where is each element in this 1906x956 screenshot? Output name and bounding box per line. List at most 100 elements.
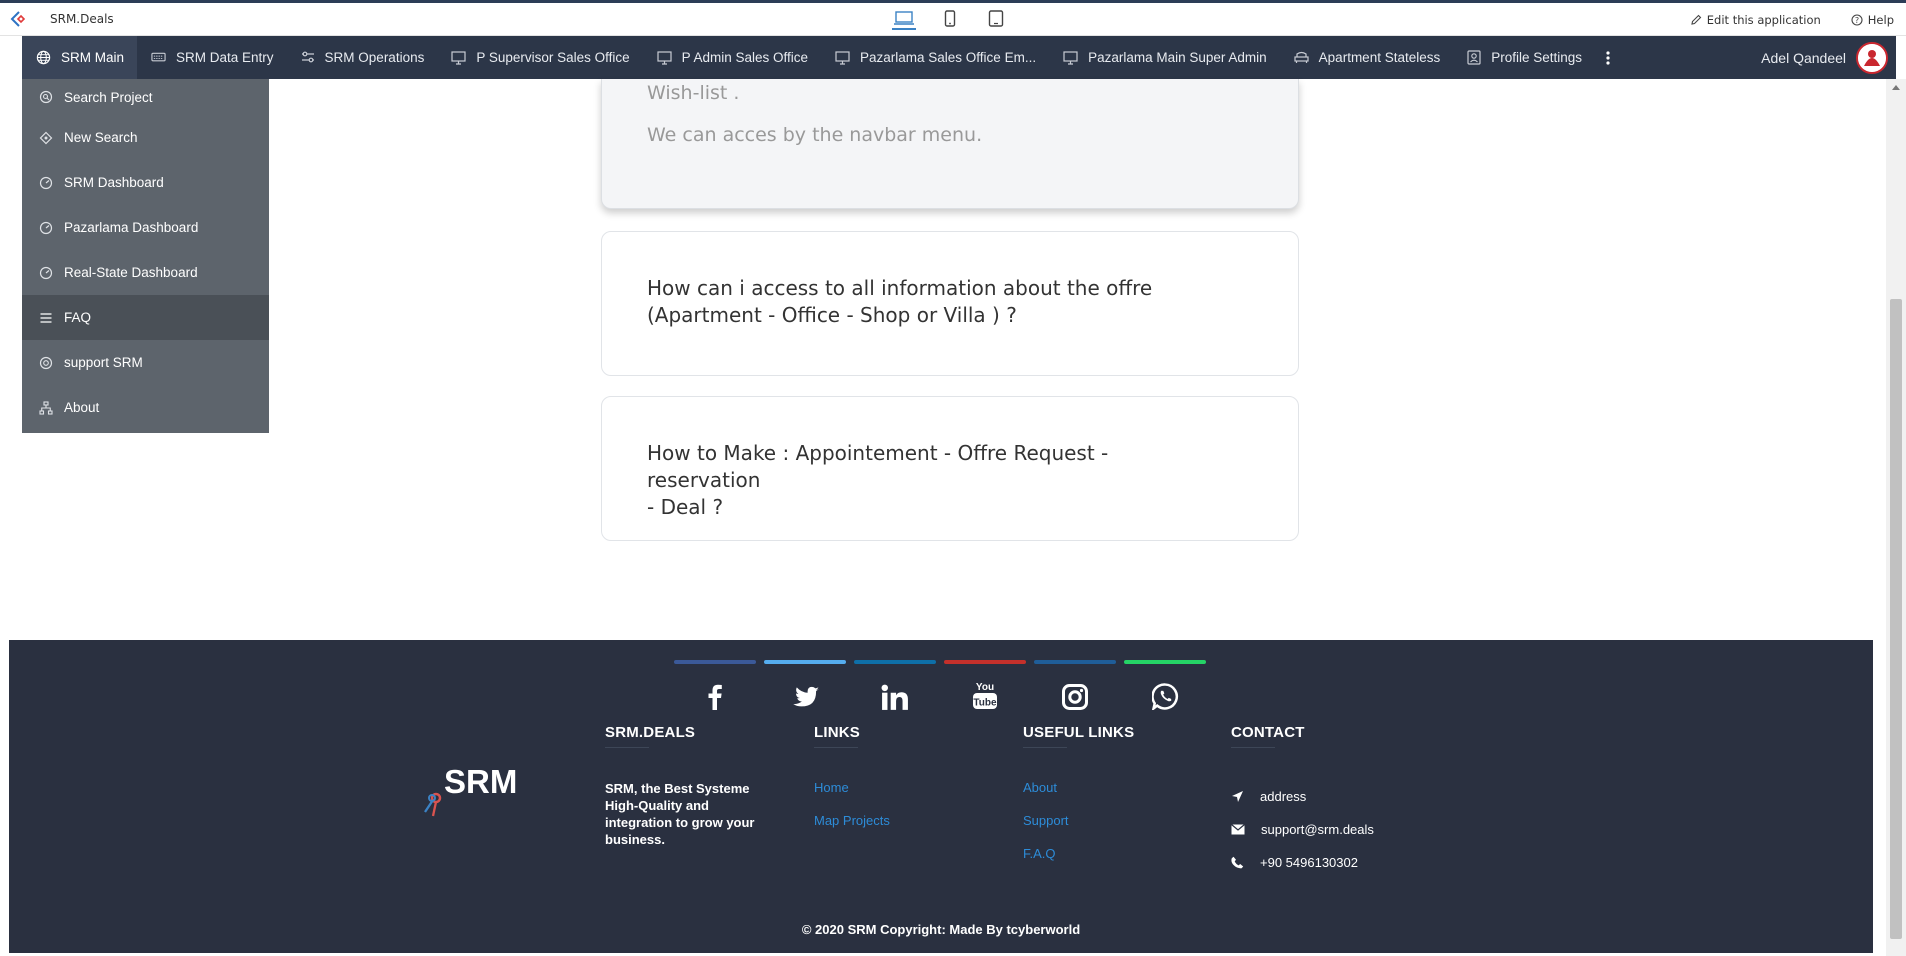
footer-brand-column: SRM.DEALS SRM, the Best Systeme High-Qua… — [605, 724, 757, 848]
search-icon — [39, 90, 53, 104]
list-icon — [40, 312, 52, 323]
main-content: Wish-list . We can acces by the navbar m… — [9, 79, 1873, 639]
couch-icon — [1294, 51, 1309, 63]
footer-useful-links-column: USEFUL LINKS About Support F.A.Q — [1023, 724, 1134, 879]
facebook-link[interactable] — [674, 660, 756, 710]
twitter-link[interactable] — [764, 660, 846, 710]
nav-pazarlama-sales-office-em[interactable]: Pazarlama Sales Office Em... — [821, 36, 1049, 79]
nav-label: SRM Data Entry — [176, 50, 274, 65]
footer-contact-heading: CONTACT — [1231, 724, 1305, 741]
whatsapp-link[interactable] — [1124, 660, 1206, 710]
device-switcher — [892, 8, 1008, 30]
nav-p-supervisor-sales-office[interactable]: P Supervisor Sales Office — [437, 36, 642, 79]
sidebar-item-label: Real-State Dashboard — [64, 265, 198, 280]
laptop-view-icon[interactable] — [892, 8, 916, 30]
contact-email[interactable]: support@srm.deals — [1231, 813, 1374, 846]
footer-link-home[interactable]: Home — [814, 780, 890, 813]
faq-item[interactable]: How can i access to all information abou… — [601, 231, 1299, 376]
footer-link-support[interactable]: Support — [1023, 813, 1134, 846]
faq-item-open[interactable]: Wish-list . We can acces by the navbar m… — [601, 79, 1299, 209]
divider — [1023, 747, 1067, 748]
nav-apartment-stateless[interactable]: Apartment Stateless — [1280, 36, 1454, 79]
support-icon — [39, 356, 53, 369]
linkedin-accent — [854, 660, 936, 664]
app-title: SRM.Deals — [50, 12, 114, 26]
nav-pazarlama-main-super-admin[interactable]: Pazarlama Main Super Admin — [1049, 36, 1280, 79]
sidebar-item-new-search[interactable]: New Search — [22, 115, 269, 160]
footer-useful-links-heading: USEFUL LINKS — [1023, 724, 1135, 741]
nav-label: SRM Main — [61, 50, 125, 65]
edit-application-button[interactable]: Edit this application — [1690, 13, 1821, 27]
footer-link-faq[interactable]: F.A.Q — [1023, 846, 1134, 879]
dashboard-icon — [39, 176, 53, 189]
footer-link-about[interactable]: About — [1023, 780, 1134, 813]
avatar[interactable] — [1856, 41, 1888, 74]
sidebar-item-about[interactable]: About — [22, 385, 269, 430]
footer-brand-heading: SRM.DEALS — [605, 724, 696, 741]
envelope-icon — [1231, 824, 1245, 835]
phone-icon — [1231, 856, 1244, 869]
faq-question-line: How can i access to all information abou… — [647, 276, 1153, 300]
page-scrollbar[interactable] — [1886, 79, 1906, 956]
instagram-link[interactable] — [1034, 660, 1116, 710]
more-menu-icon[interactable] — [1595, 36, 1621, 79]
srm-footer-logo: SRM — [419, 760, 529, 820]
sidebar-item-search-project[interactable]: Search Project — [22, 79, 269, 115]
faq-item[interactable]: How to Make : Appointement - Offre Reque… — [601, 396, 1299, 541]
youtube-icon: You Tube — [973, 682, 997, 709]
footer-contact-column: CONTACT address support@srm.deals +90 54… — [1231, 724, 1374, 879]
sidebar-item-real-state-dashboard[interactable]: Real-State Dashboard — [22, 250, 269, 295]
site-footer: You Tube SRM SRM.DEALS SRM, the Best Syst… — [9, 640, 1873, 953]
app-logo-icon[interactable] — [4, 4, 34, 34]
contact-phone-text: +90 5496130302 — [1260, 855, 1358, 870]
faq-question-line: (Apartment - Office - Shop or Villa ) ? — [647, 303, 1017, 327]
linkedin-link[interactable] — [854, 660, 936, 710]
contact-phone[interactable]: +90 5496130302 — [1231, 846, 1374, 879]
faq-question-line: - Deal ? — [647, 495, 724, 519]
sidebar-item-support-srm[interactable]: support SRM — [22, 340, 269, 385]
svg-text:?: ? — [1855, 16, 1859, 25]
tablet-view-icon[interactable] — [984, 8, 1008, 30]
scroll-up-icon[interactable] — [1886, 79, 1906, 95]
main-navbar: SRM Main SRM Data Entry SRM Operations P… — [22, 36, 1896, 79]
sidebar-item-label: About — [64, 400, 100, 415]
sidebar-item-faq[interactable]: FAQ — [22, 295, 269, 340]
nav-srm-main[interactable]: SRM Main — [22, 36, 138, 79]
nav-label: Apartment Stateless — [1318, 50, 1441, 65]
sliders-icon — [301, 51, 314, 63]
youtube-link[interactable]: You Tube — [944, 660, 1026, 710]
nav-srm-data-entry[interactable]: SRM Data Entry — [137, 36, 287, 79]
scrollbar-thumb[interactable] — [1890, 299, 1902, 939]
facebook-icon — [708, 684, 722, 710]
nav-p-admin-sales-office[interactable]: P Admin Sales Office — [643, 36, 821, 79]
linkedin-icon — [881, 684, 908, 710]
nav-label: P Supervisor Sales Office — [476, 50, 630, 65]
user-menu[interactable]: Adel Qandeel — [1761, 36, 1888, 79]
monitor-icon — [835, 50, 850, 65]
pencil-icon — [1691, 14, 1702, 25]
location-arrow-icon — [1232, 791, 1243, 802]
sitemap-icon — [39, 400, 53, 415]
nav-srm-operations[interactable]: SRM Operations — [287, 36, 438, 79]
dashboard-icon — [39, 221, 53, 234]
whatsapp-icon — [1151, 683, 1178, 710]
monitor-icon — [1063, 50, 1078, 65]
nav-profile-settings[interactable]: Profile Settings — [1453, 36, 1595, 79]
faq-question-line: How to Make : Appointement - Offre Reque… — [647, 441, 1109, 492]
divider — [1231, 747, 1275, 748]
sidebar-item-pazarlama-dashboard[interactable]: Pazarlama Dashboard — [22, 205, 269, 250]
user-name: Adel Qandeel — [1761, 49, 1846, 66]
dashboard-icon — [39, 266, 53, 279]
nav-label: SRM Operations — [324, 50, 425, 65]
nav-label: Profile Settings — [1491, 50, 1583, 65]
instagram-accent — [1034, 660, 1116, 664]
nav-label: P Admin Sales Office — [681, 50, 808, 65]
faq-question: How to Make : Appointement - Offre Reque… — [647, 440, 1227, 521]
monitor-icon — [657, 50, 672, 65]
sidebar-item-srm-dashboard[interactable]: SRM Dashboard — [22, 160, 269, 205]
faq-question: How can i access to all information abou… — [647, 275, 1227, 329]
footer-link-map-projects[interactable]: Map Projects — [814, 813, 890, 846]
mobile-view-icon[interactable] — [938, 8, 962, 30]
help-button[interactable]: ? Help — [1851, 13, 1894, 27]
twitter-accent — [764, 660, 846, 664]
